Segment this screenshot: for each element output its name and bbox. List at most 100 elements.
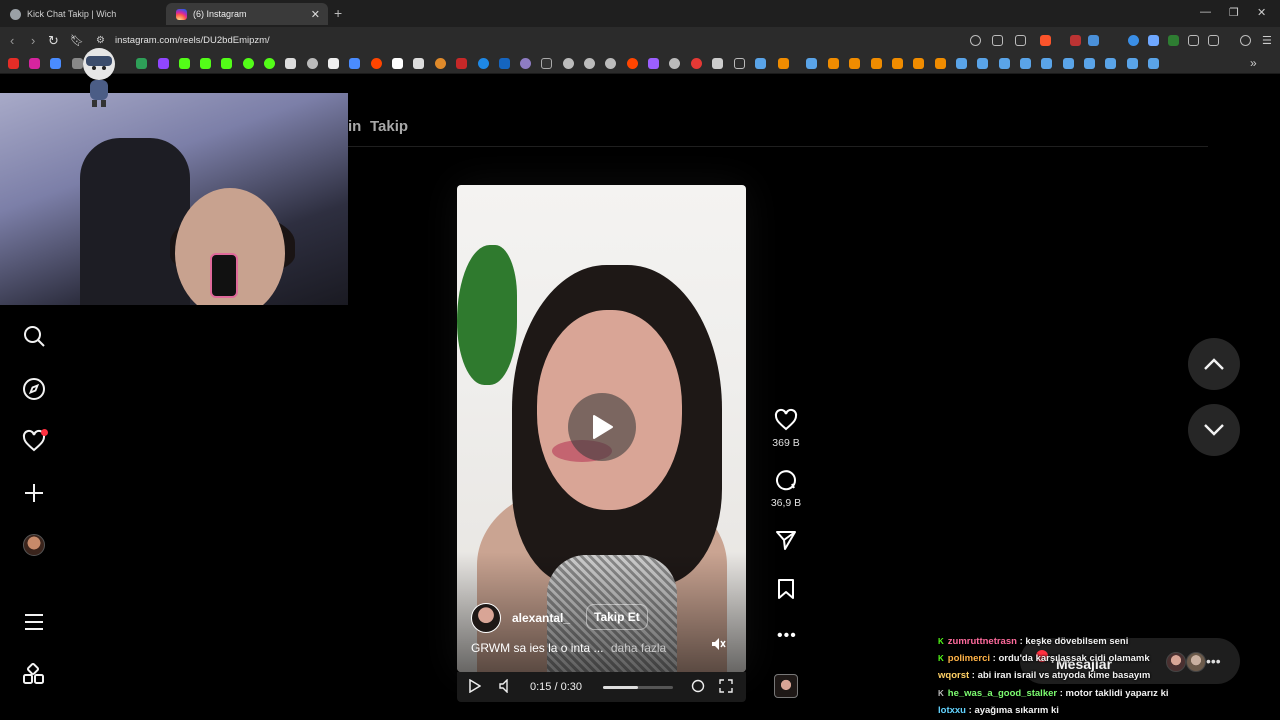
audio-thumbnail[interactable] — [774, 674, 798, 698]
tab-kick-chat[interactable]: Kick Chat Takip | Wich — [0, 3, 165, 25]
bookmark-twitch-icon[interactable] — [158, 58, 169, 69]
save-icon[interactable] — [772, 577, 800, 606]
search-icon[interactable] — [22, 324, 46, 348]
bookmark-steam-icon[interactable] — [1084, 58, 1095, 69]
bookmark-steam-icon[interactable] — [1127, 58, 1138, 69]
bookmark-icon[interactable] — [307, 58, 318, 69]
bookmark-steam-icon[interactable] — [1063, 58, 1074, 69]
progress-bar[interactable] — [603, 686, 673, 689]
bookmark-icon[interactable] — [563, 58, 574, 69]
sidebar-toggle-icon[interactable] — [1208, 35, 1219, 46]
bookmark-icon[interactable] — [669, 58, 680, 69]
extension-icon[interactable] — [1148, 35, 1159, 46]
explore-icon[interactable] — [22, 377, 46, 401]
bookmark-icon[interactable] — [849, 58, 860, 69]
bookmark-steam-icon[interactable] — [999, 58, 1010, 69]
follow-button[interactable]: Takip Et — [586, 604, 648, 630]
extension-icon[interactable] — [1070, 35, 1081, 46]
author-username[interactable]: alexantal_ — [512, 611, 570, 625]
bookmark-icon[interactable] — [828, 58, 839, 69]
bookmark-icon[interactable] — [712, 58, 723, 69]
next-reel-button[interactable] — [1188, 404, 1240, 456]
bookmark-reddit-icon[interactable] — [371, 58, 382, 69]
bookmark-icon[interactable] — [913, 58, 924, 69]
extension-icon[interactable] — [1168, 35, 1179, 46]
author-avatar[interactable] — [471, 603, 501, 633]
bookmark-icon[interactable] — [456, 58, 467, 69]
bookmark-icon[interactable] — [627, 58, 638, 69]
bookmark-icon[interactable] — [520, 58, 531, 69]
bookmark-icon[interactable] — [413, 58, 424, 69]
volume-icon[interactable] — [499, 678, 511, 696]
previous-reel-button[interactable] — [1188, 338, 1240, 390]
replay-icon[interactable] — [691, 679, 705, 696]
close-window-icon[interactable]: ✕ — [1257, 6, 1266, 19]
restore-icon[interactable]: ❐ — [1229, 6, 1239, 19]
bookmark-steam-icon[interactable] — [1020, 58, 1031, 69]
bookmark-kick-icon[interactable] — [221, 58, 232, 69]
bookmark-icon[interactable] — [478, 58, 489, 69]
like-icon[interactable] — [772, 408, 800, 437]
bookmark-icon[interactable] — [285, 58, 296, 69]
bookmark-steam-icon[interactable] — [977, 58, 988, 69]
minimize-icon[interactable]: — — [1200, 6, 1211, 18]
comment-icon[interactable] — [772, 468, 800, 497]
bookmark-icon[interactable] — [349, 58, 360, 69]
menu-icon[interactable] — [22, 610, 46, 634]
more-apps-icon[interactable] — [22, 662, 46, 687]
bookmark-youtube-icon[interactable] — [8, 58, 19, 69]
bookmark-icon[interactable] — [541, 58, 552, 69]
close-tab-icon[interactable]: ✕ — [311, 8, 320, 21]
bookmark-icon[interactable] — [50, 58, 61, 69]
more-bookmarks-icon[interactable]: » — [1250, 56, 1257, 70]
bookmark-steam-icon[interactable] — [755, 58, 766, 69]
extension-icon[interactable] — [1088, 35, 1099, 46]
create-icon[interactable] — [22, 481, 46, 505]
tab-partial[interactable]: in — [348, 118, 361, 135]
bookmark-steam-icon[interactable] — [1148, 58, 1159, 69]
folder-icon[interactable] — [734, 58, 745, 69]
bookmark-steam-icon[interactable] — [1041, 58, 1052, 69]
caption-more-link[interactable]: daha fazla — [611, 641, 666, 655]
share-icon[interactable] — [1015, 35, 1026, 46]
bookmark-icon[interactable] — [648, 58, 659, 69]
reload-icon[interactable]: ↻ — [48, 33, 59, 49]
bookmark-icon[interactable] — [892, 58, 903, 69]
profile-avatar[interactable] — [23, 534, 45, 556]
forward-icon[interactable]: › — [31, 33, 35, 48]
browser-menu-icon[interactable]: ☰ — [1262, 34, 1272, 47]
bookmark-icon[interactable] — [605, 58, 616, 69]
bookmark-icon[interactable] — [136, 58, 147, 69]
bookmark-steam-icon[interactable] — [956, 58, 967, 69]
tab-instagram[interactable]: (6) Instagram ✕ — [166, 3, 328, 25]
url-field[interactable]: instagram.com/reels/DU2bdEmipzm/ — [115, 35, 270, 46]
extension-icon[interactable] — [1128, 35, 1139, 46]
reel-author[interactable]: alexantal_ — [471, 603, 570, 633]
cast-icon[interactable] — [992, 35, 1003, 46]
puzzle-icon[interactable] — [1188, 35, 1199, 46]
share-icon[interactable] — [772, 528, 800, 557]
bookmark-icon[interactable] — [392, 58, 403, 69]
brave-shield-icon[interactable] — [1040, 35, 1051, 46]
bookmark-icon[interactable] — [264, 58, 275, 69]
tab-following[interactable]: Takip — [370, 118, 408, 135]
bookmark-steam-icon[interactable] — [1105, 58, 1116, 69]
bookmark-icon[interactable] — [243, 58, 254, 69]
back-icon[interactable]: ‹ — [10, 33, 14, 48]
play-icon[interactable] — [469, 678, 482, 696]
new-tab-icon[interactable]: + — [334, 5, 342, 21]
bookmark-icon[interactable] — [691, 58, 702, 69]
bookmark-icon[interactable] — [778, 58, 789, 69]
bookmark-icon[interactable] — [935, 58, 946, 69]
bookmark-steam-icon[interactable] — [806, 58, 817, 69]
bookmark-icon[interactable] — [584, 58, 595, 69]
bookmark-kick-icon[interactable] — [200, 58, 211, 69]
more-options-icon[interactable]: ••• — [777, 627, 797, 645]
bookmark-icon[interactable] — [435, 58, 446, 69]
bookmark-x-icon[interactable] — [328, 58, 339, 69]
music-icon[interactable] — [1240, 35, 1251, 46]
bookmark-instagram-icon[interactable] — [29, 58, 40, 69]
mute-icon[interactable] — [710, 636, 728, 652]
bookmark-icon[interactable] — [871, 58, 882, 69]
fullscreen-icon[interactable] — [719, 679, 733, 696]
